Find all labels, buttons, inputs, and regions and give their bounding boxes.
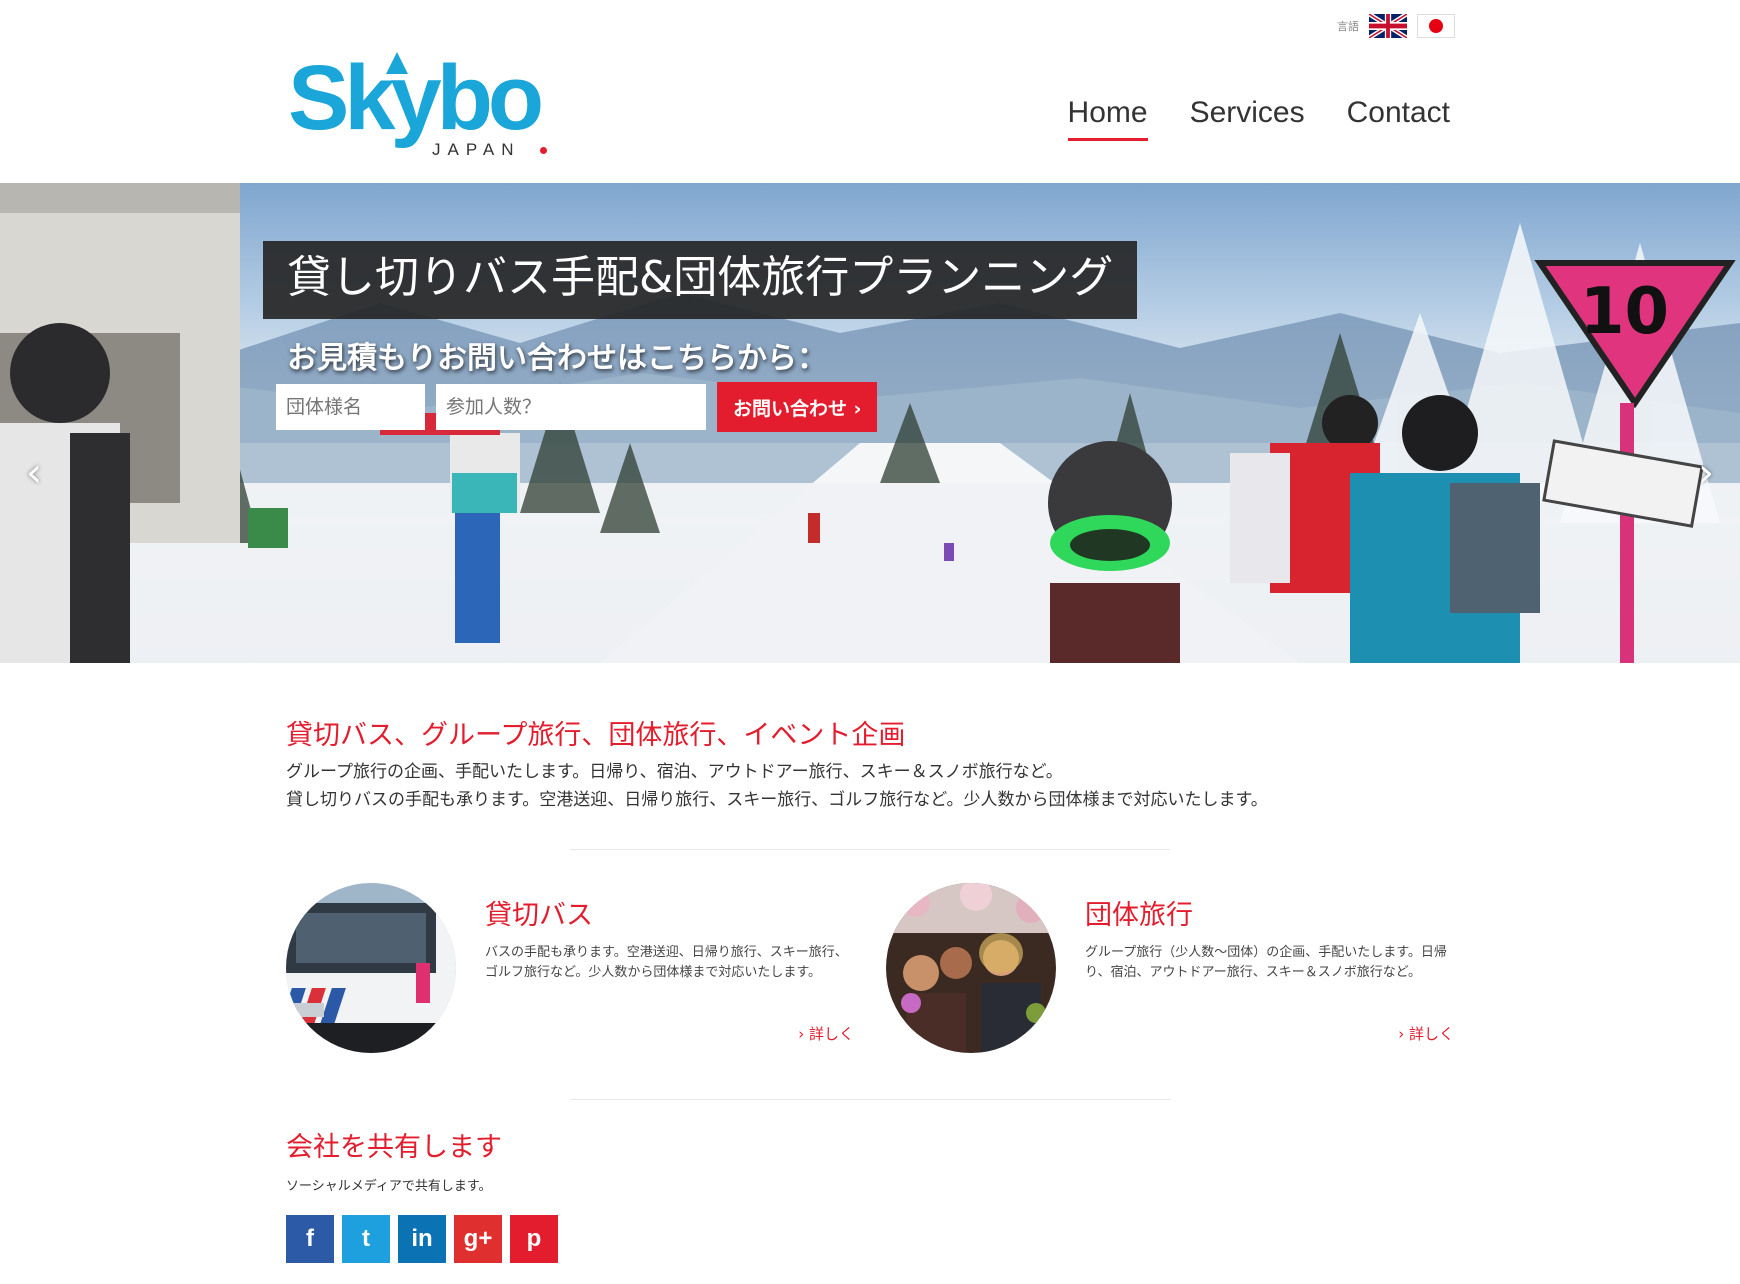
intro-title: 貸切バス、グループ旅行、団体旅行、イベント企画 — [286, 720, 906, 751]
section-divider — [570, 849, 1170, 850]
bus-image — [286, 883, 456, 1053]
twitter-icon[interactable]: t — [342, 1215, 390, 1263]
svg-text:10: 10 — [1580, 275, 1669, 349]
service-bus-text: バスの手配も承ります。空港送迎、日帰り旅行、スキー旅行、ゴルフ旅行など。少人数か… — [485, 945, 848, 980]
google-plus-icon[interactable]: g+ — [454, 1215, 502, 1263]
japan-flag-icon[interactable] — [1417, 14, 1455, 38]
main-nav: Home Services Contact — [1067, 96, 1450, 141]
language-switcher: 言語 — [1337, 14, 1455, 38]
logo-red-dot — [540, 147, 547, 154]
logo-subtitle: JAPAN — [432, 140, 521, 159]
hero-banner: 10 貸し切りバス手配&団体旅行プランニング お見積もりお問い合わせはこちらから… — [0, 183, 1740, 663]
hero-title: 貸し切りバス手配&団体旅行プランニング — [263, 241, 1138, 319]
group-travel-image — [886, 883, 1056, 1053]
intro-text: グループ旅行の企画、手配いたします。日帰り、宿泊、アウトドアー旅行、スキー＆スノ… — [286, 758, 1268, 814]
section-divider — [570, 1099, 1170, 1100]
participant-count-input[interactable] — [436, 384, 706, 430]
site-header: 言語 Skybo JAPAN Home Services Contact — [0, 0, 1740, 183]
intro-line-2: 貸し切りバスの手配も承ります。空港送迎、日帰り旅行、スキー旅行、ゴルフ旅行など。… — [286, 790, 1268, 810]
service-bus-more-link[interactable]: › 詳しく — [798, 1023, 854, 1044]
contact-submit-button[interactable]: お問い合わせ › — [717, 382, 878, 432]
carousel-prev-icon[interactable]: ‹ — [26, 453, 42, 493]
service-bus: 貸切バス バスの手配も承ります。空港送迎、日帰り旅行、スキー旅行、ゴルフ旅行など… — [286, 883, 866, 1063]
logo-wordmark: Skybo — [288, 47, 544, 149]
social-share-buttons: f t in g+ p — [286, 1215, 558, 1263]
hero-subtitle: お見積もりお問い合わせはこちらから： — [287, 341, 827, 376]
nav-home[interactable]: Home — [1067, 96, 1148, 141]
service-group-title: 団体旅行 — [1085, 900, 1193, 931]
group-name-input[interactable] — [276, 384, 425, 430]
quote-form: お問い合わせ › — [276, 382, 878, 432]
pinterest-icon[interactable]: p — [510, 1215, 558, 1263]
service-group-more-link[interactable]: › 詳しく — [1398, 1023, 1454, 1044]
linkedin-icon[interactable]: in — [398, 1215, 446, 1263]
carousel-next-icon[interactable]: › — [1698, 453, 1714, 493]
facebook-icon[interactable]: f — [286, 1215, 334, 1263]
uk-flag-icon[interactable] — [1369, 14, 1407, 38]
intro-line-1: グループ旅行の企画、手配いたします。日帰り、宿泊、アウトドアー旅行、スキー＆スノ… — [286, 762, 1063, 782]
share-title: 会社を共有します — [286, 1132, 502, 1163]
nav-services[interactable]: Services — [1190, 96, 1305, 141]
service-group-text: グループ旅行（少人数〜団体）の企画、手配いたします。日帰り、宿泊、アウトドアー旅… — [1085, 945, 1447, 980]
share-text: ソーシャルメディアで共有します。 — [286, 1179, 492, 1194]
skybo-logo[interactable]: Skybo JAPAN — [288, 48, 558, 163]
language-label: 言語 — [1337, 20, 1359, 33]
service-group-travel: 団体旅行 グループ旅行（少人数〜団体）の企画、手配いたします。日帰り、宿泊、アウ… — [886, 883, 1466, 1063]
service-bus-title: 貸切バス — [485, 900, 593, 931]
nav-contact[interactable]: Contact — [1347, 96, 1450, 141]
